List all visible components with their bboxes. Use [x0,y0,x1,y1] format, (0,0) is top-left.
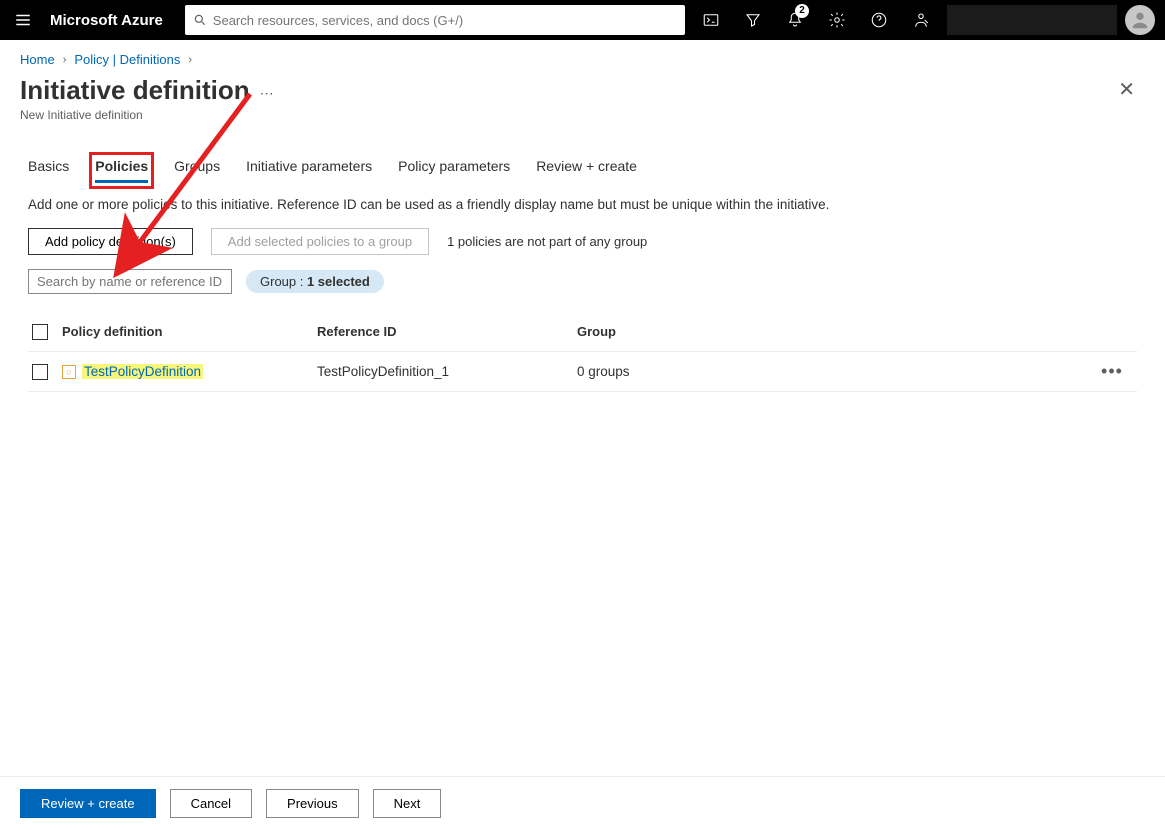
notification-badge: 2 [795,4,809,18]
row-menu-icon[interactable]: ••• [1087,361,1137,382]
notifications-icon[interactable]: 2 [775,0,815,40]
settings-icon[interactable] [817,0,857,40]
review-create-button[interactable]: Review + create [20,789,156,818]
brand-label: Microsoft Azure [40,12,181,29]
row-checkbox[interactable] [32,364,48,380]
footer: Review + create Cancel Previous Next [0,776,1165,830]
select-all-checkbox[interactable] [32,324,48,340]
breadcrumb-home[interactable]: Home [20,52,55,67]
policy-icon: ○ [62,365,76,379]
close-icon[interactable]: ✕ [1118,75,1145,102]
page-title: Initiative definition [20,75,250,106]
page-header: Initiative definition ⋯ ✕ [0,73,1165,106]
menu-icon[interactable] [6,0,40,40]
group-filter-prefix: Group : [260,274,307,289]
cloud-shell-icon[interactable] [691,0,731,40]
policy-definition-link[interactable]: TestPolicyDefinition [82,364,203,379]
action-row: Add policy definition(s) Add selected po… [0,224,1165,269]
tabs: Basics Policies Groups Initiative parame… [0,140,1165,183]
group-cell: 0 groups [577,364,1087,379]
next-button[interactable]: Next [373,789,442,818]
col-reference-id: Reference ID [317,324,577,339]
page-subtitle: New Initiative definition [0,106,1165,140]
group-filter-pill[interactable]: Group : 1 selected [246,270,384,293]
add-policy-definition-button[interactable]: Add policy definition(s) [28,228,193,255]
topbar: Microsoft Azure 2 [0,0,1165,40]
group-filter-value: 1 selected [307,274,370,289]
col-group: Group [577,324,1087,339]
chevron-right-icon: › [63,54,67,66]
help-icon[interactable] [859,0,899,40]
policy-table: Policy definition Reference ID Group ○ T… [0,308,1165,396]
tab-policies[interactable]: Policies [95,158,148,183]
col-policy-definition: Policy definition [62,324,317,339]
tab-initiative-params[interactable]: Initiative parameters [246,158,372,183]
tab-policy-params[interactable]: Policy parameters [398,158,510,183]
reference-id-cell: TestPolicyDefinition_1 [317,364,577,379]
group-status-text: 1 policies are not part of any group [447,234,647,249]
search-input[interactable] [28,269,232,294]
tab-description: Add one or more policies to this initiat… [0,183,1165,224]
account-info[interactable] [947,5,1117,35]
directory-filter-icon[interactable] [733,0,773,40]
add-to-group-button: Add selected policies to a group [211,228,429,255]
filter-row: Group : 1 selected [0,269,1165,308]
avatar[interactable] [1125,5,1155,35]
search-icon [193,13,207,27]
topbar-icons: 2 [691,0,1155,40]
chevron-right-icon: › [188,54,192,66]
tab-review[interactable]: Review + create [536,158,637,183]
policy-definition-cell: ○ TestPolicyDefinition [62,364,317,379]
cancel-button[interactable]: Cancel [170,789,252,818]
title-menu-icon[interactable]: ⋯ [260,85,275,102]
global-search[interactable] [185,5,685,35]
global-search-input[interactable] [213,13,677,28]
table-header: Policy definition Reference ID Group [28,312,1137,352]
previous-button[interactable]: Previous [266,789,359,818]
feedback-icon[interactable] [901,0,941,40]
tab-groups[interactable]: Groups [174,158,220,183]
breadcrumb-policy[interactable]: Policy | Definitions [74,52,180,67]
breadcrumb: Home › Policy | Definitions › [0,40,1165,73]
tab-basics[interactable]: Basics [28,158,69,183]
table-row: ○ TestPolicyDefinition TestPolicyDefinit… [28,352,1137,392]
